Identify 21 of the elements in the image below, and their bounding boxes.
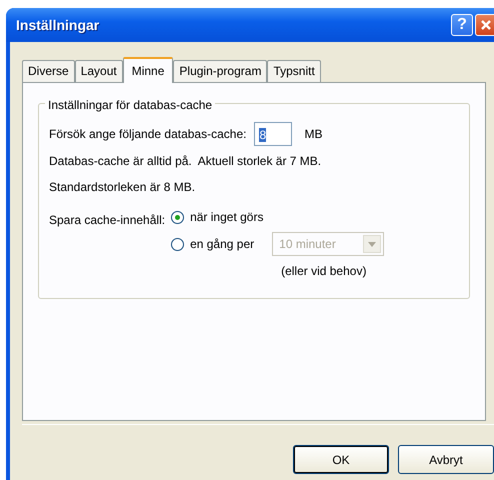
tab[interactable]: Plugin-program (173, 60, 268, 82)
save-label: Spara cache-innehåll: (49, 212, 166, 229)
tab[interactable]: Minne (122, 57, 174, 83)
cache-size-field[interactable]: 8 (254, 122, 292, 146)
window-title: Inställningar (15, 16, 100, 35)
note-text: (eller vid behov) (281, 263, 368, 280)
radio-label[interactable]: en gång per (190, 235, 254, 253)
cache-label: Försök ange följande databas-cache: (49, 126, 246, 143)
close-button[interactable] (475, 14, 494, 36)
radio-button[interactable] (171, 238, 184, 250)
info-text: Databas-cache är alltid på. Aktuell storlek är 7 MB. (49, 153, 322, 170)
close-icon (480, 19, 492, 31)
unit-label: MB (304, 126, 322, 143)
info-text: Standardstorleken är 8 MB. (49, 179, 196, 196)
tab[interactable]: Diverse (22, 60, 75, 82)
cancel-button[interactable]: Avbryt (398, 445, 494, 474)
ok-button[interactable]: OK (293, 445, 389, 474)
tab[interactable]: Layout (74, 60, 123, 82)
radio-button[interactable] (171, 210, 184, 224)
radio-label[interactable]: när inget görs (190, 208, 264, 226)
tab[interactable]: Typsnitt (267, 60, 321, 82)
